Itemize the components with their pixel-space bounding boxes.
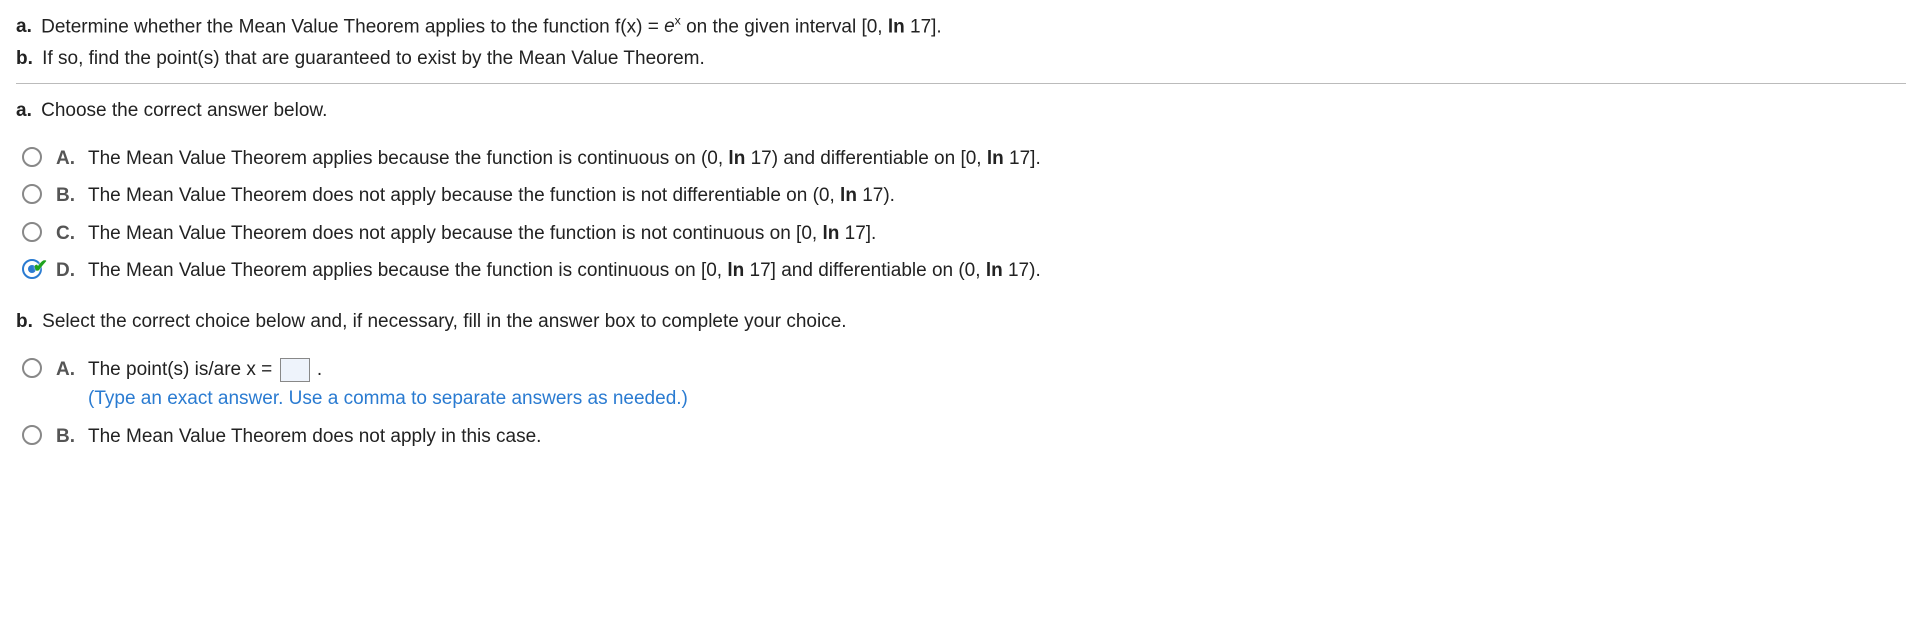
choice-a-row[interactable]: A. The Mean Value Theorem applies becaus… [22, 144, 1906, 173]
radio-button[interactable] [22, 358, 42, 378]
intro-line-b: b. If so, find the point(s) that are gua… [16, 44, 1906, 73]
choice-b-a-row[interactable]: A. The point(s) is/are x = . (Type an ex… [22, 355, 1906, 414]
choice-a-text: The Mean Value Theorem applies because t… [88, 144, 1906, 173]
choice-b-b-text: The Mean Value Theorem does not apply in… [88, 422, 1906, 451]
intro-line-a: a. Determine whether the Mean Value Theo… [16, 12, 1906, 42]
radio-button[interactable] [22, 184, 42, 204]
checkmark-icon: ✔ [33, 253, 48, 281]
choice-c-text: The Mean Value Theorem does not apply be… [88, 219, 1906, 248]
part-a-choices: A. The Mean Value Theorem applies becaus… [22, 144, 1906, 286]
part-b-label: b. [16, 48, 33, 69]
choice-c-row[interactable]: C. The Mean Value Theorem does not apply… [22, 219, 1906, 248]
choice-b-a-text: The point(s) is/are x = . (Type an exact… [88, 355, 1906, 414]
section-divider [16, 83, 1906, 84]
part-b-prompt: b. Select the correct choice below and, … [16, 307, 1906, 336]
radio-button[interactable] [22, 147, 42, 167]
radio-button[interactable] [22, 425, 42, 445]
part-b-choices: A. The point(s) is/are x = . (Type an ex… [22, 355, 1906, 451]
answer-input-box[interactable] [280, 358, 310, 382]
choice-d-row[interactable]: ✔ D. The Mean Value Theorem applies beca… [22, 256, 1906, 285]
radio-button[interactable]: ✔ [22, 259, 42, 279]
choice-b-row[interactable]: B. The Mean Value Theorem does not apply… [22, 181, 1906, 210]
question-intro: a. Determine whether the Mean Value Theo… [16, 12, 1906, 73]
part-a-label: a. [16, 16, 32, 37]
radio-button[interactable] [22, 222, 42, 242]
choice-b-b-row[interactable]: B. The Mean Value Theorem does not apply… [22, 422, 1906, 451]
choice-d-text: The Mean Value Theorem applies because t… [88, 256, 1906, 285]
answer-hint: (Type an exact answer. Use a comma to se… [88, 388, 688, 409]
part-a-prompt: a. Choose the correct answer below. [16, 96, 1906, 125]
choice-b-text: The Mean Value Theorem does not apply be… [88, 181, 1906, 210]
